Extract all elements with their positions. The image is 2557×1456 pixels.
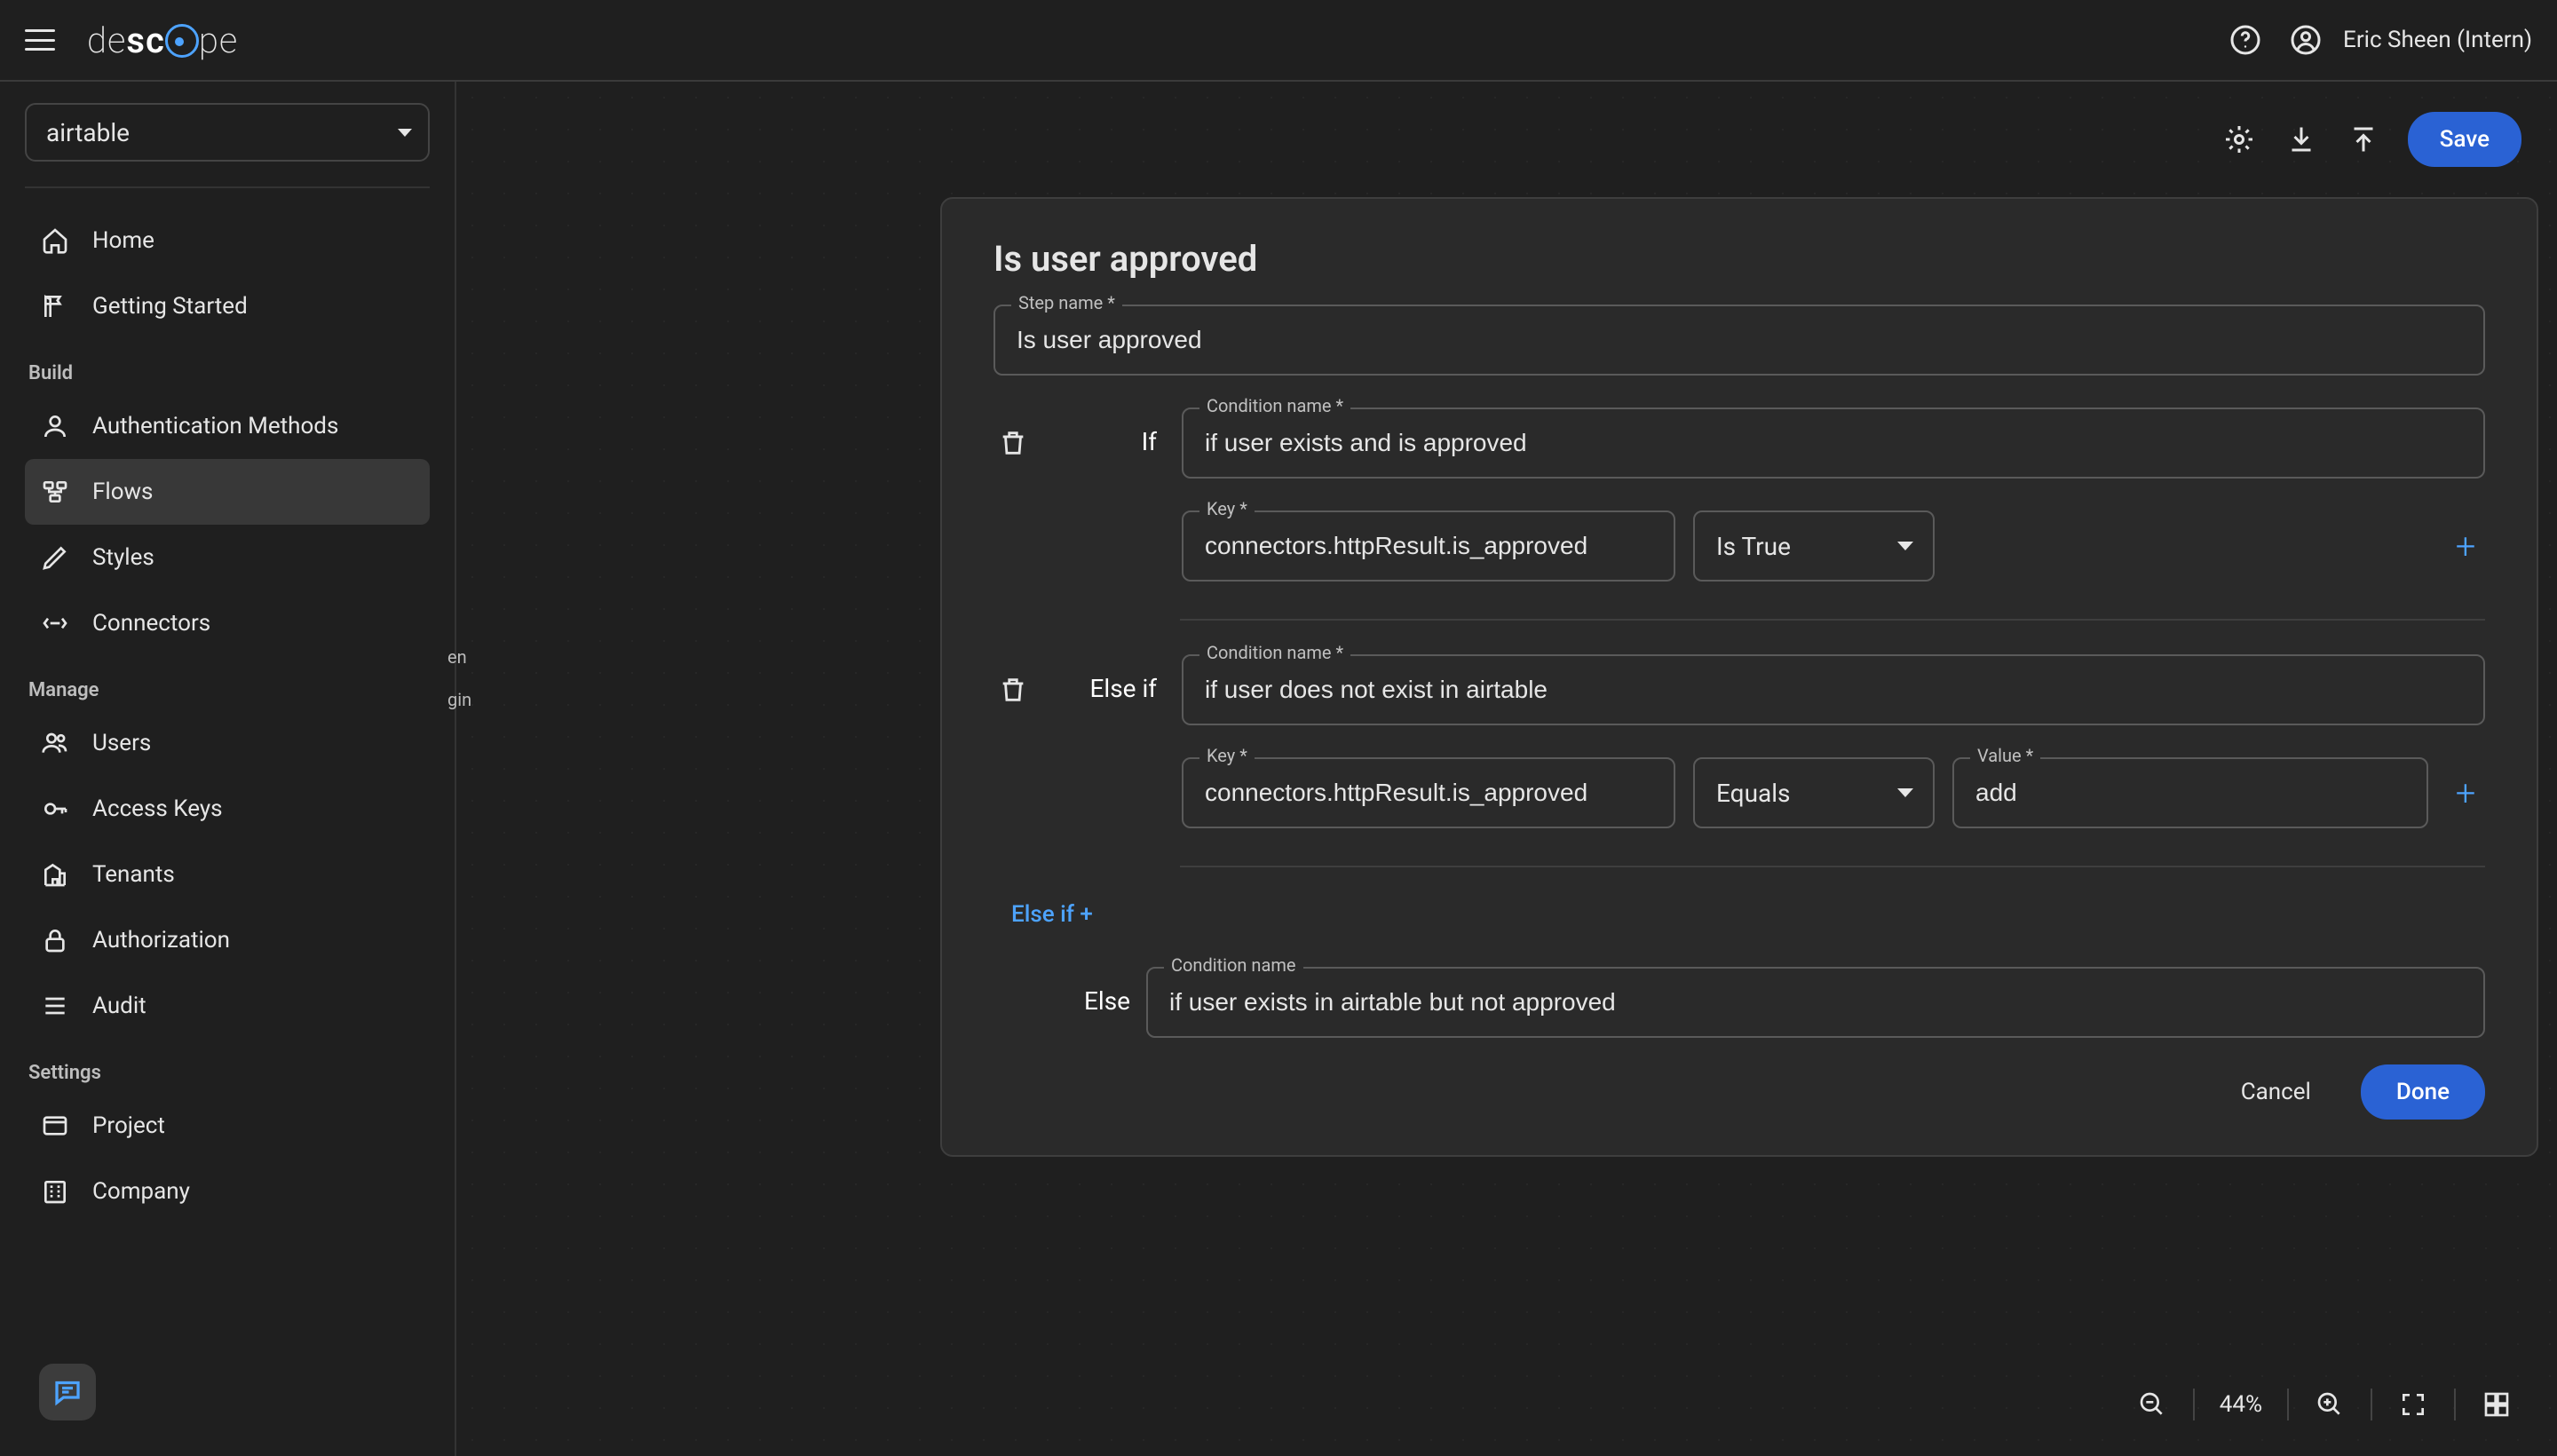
if-branch-label: If — [1059, 427, 1157, 456]
sidebar-item-label: Project — [92, 1112, 165, 1139]
dropdown-triangle-icon — [1897, 788, 1913, 797]
support-chat-icon[interactable] — [39, 1364, 96, 1420]
sidebar-item-audit[interactable]: Audit — [25, 973, 430, 1039]
dropdown-triangle-icon — [1897, 542, 1913, 550]
elseif-key-label: Key * — [1199, 745, 1255, 766]
elseif-cond-name-input[interactable] — [1182, 654, 2485, 725]
fullscreen-icon[interactable] — [2397, 1389, 2429, 1420]
help-icon[interactable] — [2228, 22, 2263, 58]
elseif-cond-name-label: Condition name * — [1199, 642, 1350, 663]
elseif-operator-value: Equals — [1716, 779, 1791, 808]
logo-target-icon — [165, 24, 199, 58]
canvas-node-fragment-1: en — [447, 646, 467, 668]
cancel-button-label: Cancel — [2241, 1079, 2311, 1105]
zoom-out-icon[interactable] — [2136, 1389, 2168, 1420]
if-operator-value: Is True — [1716, 532, 1791, 561]
project-select-value: airtable — [46, 118, 130, 147]
canvas-node-fragment-2: gin — [447, 689, 471, 710]
sidebar-item-label: Users — [92, 730, 151, 756]
step-name-label: Step name * — [1011, 292, 1122, 313]
sidebar-item-label: Company — [92, 1178, 190, 1205]
save-button-label: Save — [2440, 126, 2490, 153]
else-cond-name-input[interactable] — [1146, 967, 2485, 1038]
minimap-toggle-icon[interactable] — [2481, 1389, 2513, 1420]
zoom-in-icon[interactable] — [2314, 1389, 2346, 1420]
if-add-condition-icon[interactable]: + — [2446, 526, 2485, 566]
sidebar-item-authorization[interactable]: Authorization — [25, 907, 430, 973]
zoom-controls: 44% — [2136, 1389, 2513, 1420]
sidebar-item-label: Getting Started — [92, 293, 248, 320]
logo-part-de: de — [87, 20, 126, 61]
sidebar-item-label: Access Keys — [92, 795, 223, 822]
condition-editor-modal: Is user approved Step name * If Conditio… — [940, 197, 2538, 1157]
if-cond-name-input[interactable] — [1182, 408, 2485, 479]
sidebar-item-access-keys[interactable]: Access Keys — [25, 776, 430, 842]
upload-icon[interactable] — [2346, 122, 2381, 157]
sidebar-item-label: Tenants — [92, 861, 175, 888]
zoom-percent-label: 44% — [2220, 1391, 2262, 1418]
sidebar-item-flows[interactable]: Flows — [25, 459, 430, 525]
section-settings-label: Settings — [25, 1062, 430, 1084]
else-cond-name-label: Condition name — [1164, 954, 1303, 976]
delete-if-branch-icon[interactable] — [994, 423, 1033, 463]
add-elseif-button[interactable]: Else if + — [1011, 901, 1093, 928]
user-name-label[interactable]: Eric Sheen (Intern) — [2343, 27, 2532, 53]
brand-logo: descpe — [87, 20, 238, 61]
if-cond-name-label: Condition name * — [1199, 395, 1350, 416]
logo-part-pe: pe — [199, 20, 238, 61]
sidebar-item-company[interactable]: Company — [25, 1159, 430, 1224]
sidebar-item-users[interactable]: Users — [25, 710, 430, 776]
sidebar: airtable Home Getting Started Build Auth… — [0, 82, 456, 1456]
elseif-value-input[interactable] — [1952, 757, 2428, 828]
if-key-label: Key * — [1199, 498, 1255, 519]
elseif-operator-select[interactable]: Equals — [1693, 757, 1935, 828]
modal-title: Is user approved — [994, 238, 2485, 280]
sidebar-item-label: Home — [92, 227, 154, 254]
done-button[interactable]: Done — [2361, 1064, 2485, 1120]
save-button[interactable]: Save — [2408, 112, 2521, 167]
sidebar-item-getting-started[interactable]: Getting Started — [25, 273, 430, 339]
sidebar-item-label: Authorization — [92, 927, 230, 954]
elseif-key-input[interactable] — [1182, 757, 1675, 828]
section-manage-label: Manage — [25, 679, 430, 701]
cancel-button[interactable]: Cancel — [2218, 1064, 2334, 1120]
download-icon[interactable] — [2284, 122, 2319, 157]
project-select[interactable]: airtable — [25, 103, 430, 162]
elseif-add-condition-icon[interactable]: + — [2446, 773, 2485, 812]
elseif-value-label: Value * — [1970, 745, 2040, 766]
logo-part-sc: sc — [126, 20, 164, 61]
sidebar-item-styles[interactable]: Styles — [25, 525, 430, 590]
else-branch-label: Else — [1059, 986, 1130, 1016]
section-build-label: Build — [25, 362, 430, 384]
elseif-branch-label: Else if — [1059, 674, 1157, 703]
user-avatar-icon[interactable] — [2288, 22, 2323, 58]
topbar: descpe Eric Sheen (Intern) — [0, 0, 2557, 82]
delete-elseif-branch-icon[interactable] — [994, 670, 1033, 709]
if-key-input[interactable] — [1182, 510, 1675, 582]
chevron-down-icon — [398, 129, 412, 137]
sidebar-item-label: Audit — [92, 993, 146, 1019]
settings-gear-icon[interactable] — [2221, 122, 2257, 157]
sidebar-item-home[interactable]: Home — [25, 208, 430, 273]
sidebar-item-label: Connectors — [92, 610, 210, 637]
sidebar-item-label: Flows — [92, 479, 153, 505]
sidebar-item-tenants[interactable]: Tenants — [25, 842, 430, 907]
if-operator-select[interactable]: Is True — [1693, 510, 1935, 582]
menu-hamburger-icon[interactable] — [25, 29, 55, 51]
step-name-input[interactable] — [994, 305, 2485, 376]
sidebar-item-label: Authentication Methods — [92, 413, 338, 439]
done-button-label: Done — [2396, 1079, 2450, 1105]
sidebar-item-auth-methods[interactable]: Authentication Methods — [25, 393, 430, 459]
sidebar-item-project[interactable]: Project — [25, 1093, 430, 1159]
canvas-toolbar: Save — [2221, 112, 2521, 167]
sidebar-item-connectors[interactable]: Connectors — [25, 590, 430, 656]
sidebar-item-label: Styles — [92, 544, 154, 571]
